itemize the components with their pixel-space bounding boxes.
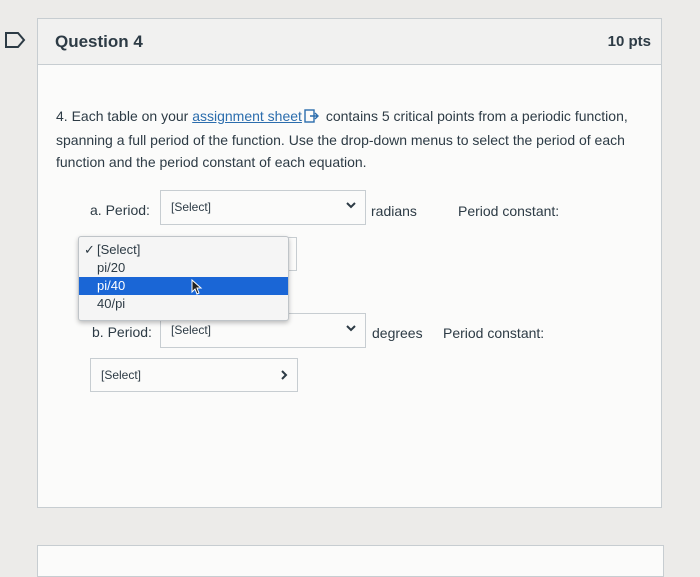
question-marker-icon bbox=[0, 28, 30, 52]
period-constant-dropdown-menu[interactable]: ✓ [Select] pi/20 pi/40 40/pi bbox=[78, 236, 289, 321]
next-question-card bbox=[37, 545, 664, 577]
part-a-constant-label: Period constant: bbox=[458, 203, 560, 219]
part-b-constant-label: Period constant: bbox=[443, 325, 545, 341]
part-a-period-label: a. Period: bbox=[90, 202, 150, 218]
checkmark-icon: ✓ bbox=[84, 242, 95, 257]
chevron-down-icon bbox=[345, 322, 357, 337]
dropdown-option-pi-40[interactable]: pi/40 bbox=[79, 277, 288, 295]
part-a-constant-row: Period constant: bbox=[458, 203, 559, 219]
part-b-constant-select-value: [Select] bbox=[101, 368, 142, 382]
chevron-down-icon bbox=[345, 199, 357, 214]
part-a-unit-row: radians bbox=[371, 203, 417, 219]
dropdown-option-pi-20[interactable]: pi/20 bbox=[79, 259, 288, 277]
part-b-unit-row: degrees bbox=[372, 325, 423, 341]
dropdown-option-select[interactable]: ✓ [Select] bbox=[79, 241, 288, 259]
external-document-icon bbox=[304, 107, 320, 129]
part-b-row: b. Period: bbox=[92, 324, 152, 340]
part-a-period-select-value: [Select] bbox=[171, 200, 212, 214]
question-text: 4. Each table on your assignment sheet c… bbox=[56, 105, 656, 173]
question-title: Question 4 bbox=[55, 31, 143, 51]
dropdown-option-label: 40/pi bbox=[97, 296, 126, 311]
part-b-period-label: b. Period: bbox=[92, 324, 152, 340]
part-a-row: a. Period: bbox=[90, 202, 150, 218]
dropdown-option-40-pi[interactable]: 40/pi bbox=[79, 295, 288, 313]
question-points: 10 pts bbox=[607, 33, 651, 50]
part-a-unit: radians bbox=[371, 203, 417, 219]
part-b-constant-row: Period constant: bbox=[443, 325, 544, 341]
dropdown-option-label: [Select] bbox=[97, 242, 141, 257]
chevron-right-icon bbox=[279, 369, 289, 384]
part-b-unit: degrees bbox=[372, 325, 423, 341]
part-b-period-select-value: [Select] bbox=[171, 323, 212, 337]
dropdown-option-label: pi/40 bbox=[97, 278, 126, 293]
part-b-constant-select[interactable]: [Select] bbox=[90, 358, 298, 392]
part-a-period-select[interactable]: [Select] bbox=[160, 190, 366, 225]
assignment-sheet-link[interactable]: assignment sheet bbox=[192, 108, 302, 124]
dropdown-option-label: pi/20 bbox=[97, 260, 126, 275]
question-header: Question 4 10 pts bbox=[38, 19, 661, 65]
question-text-start: 4. Each table on your bbox=[56, 108, 193, 124]
